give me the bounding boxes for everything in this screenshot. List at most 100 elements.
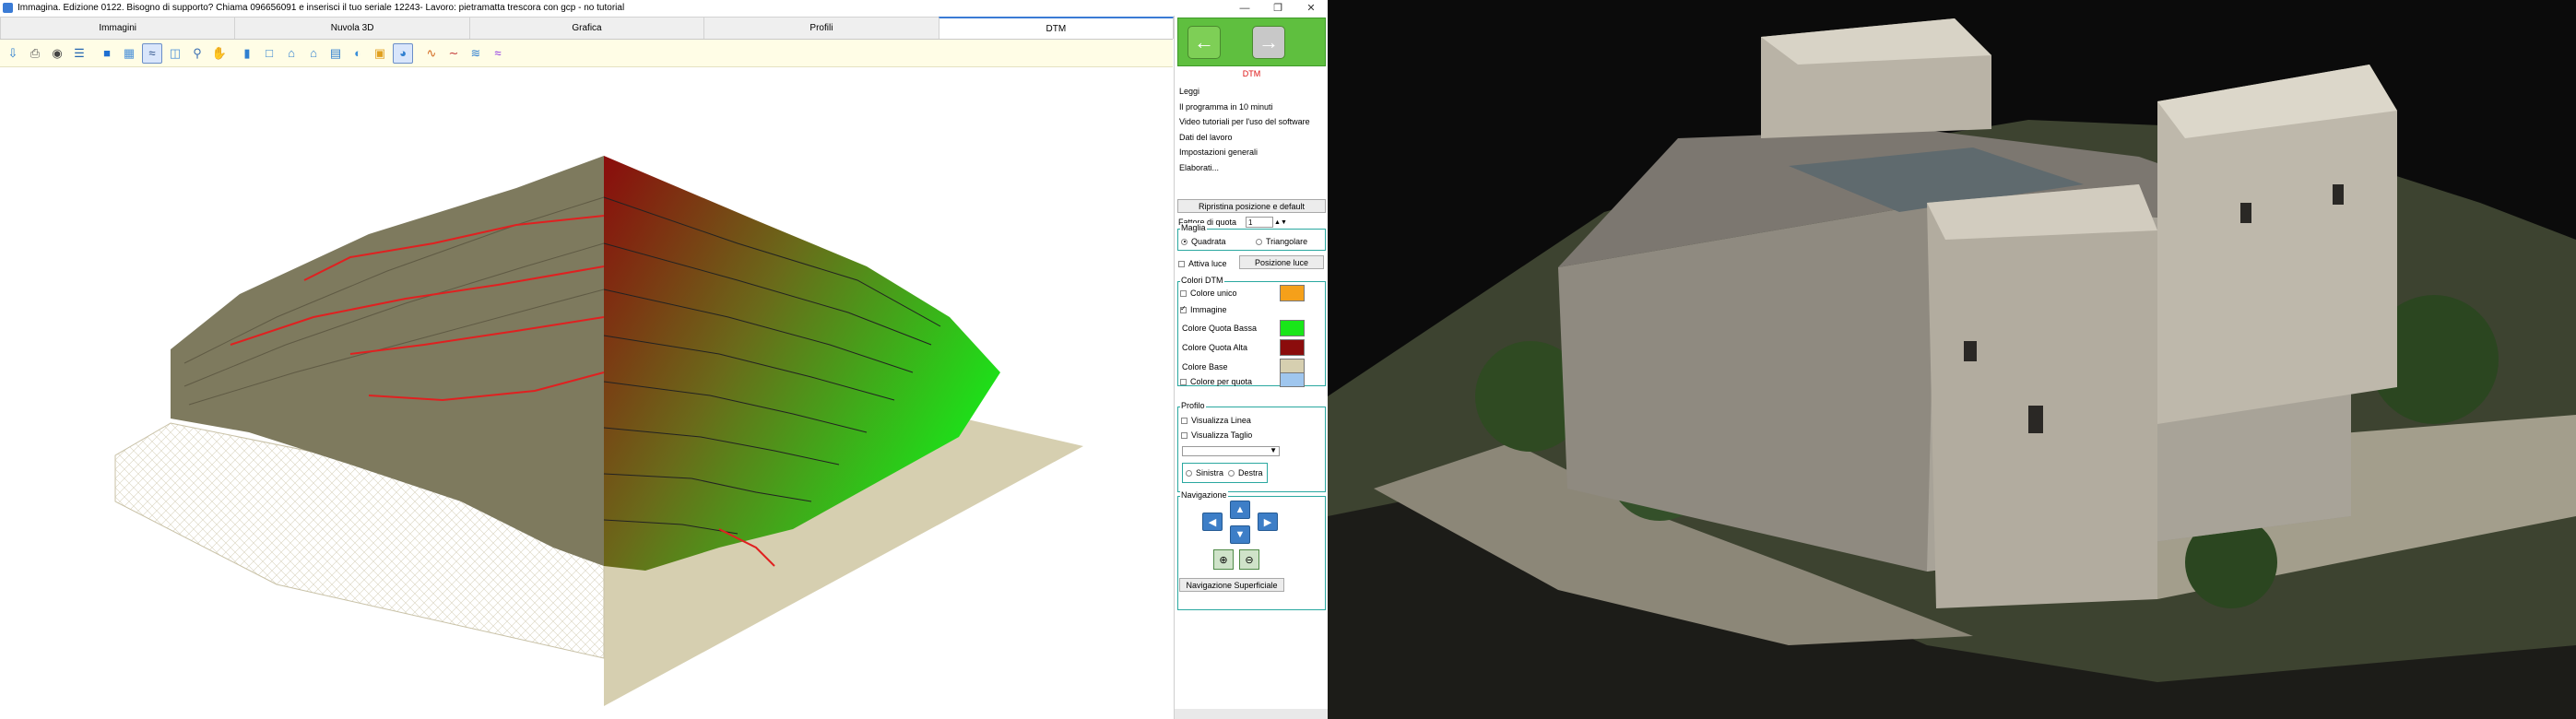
menu-item-elaborati[interactable]: Elaborati...: [1176, 160, 1327, 176]
quota-bassa-swatch[interactable]: [1280, 320, 1305, 336]
pan-right-icon[interactable]: ▶: [1258, 513, 1278, 531]
radio-sinistra[interactable]: [1186, 469, 1192, 477]
zoom-out-icon[interactable]: ⊖: [1239, 549, 1259, 570]
colore-per-quota-checkbox[interactable]: [1180, 378, 1187, 385]
destra-label: Destra: [1238, 468, 1263, 477]
profilo-title: Profilo: [1180, 401, 1206, 410]
colori-title: Colori DTM: [1180, 276, 1224, 285]
maglia-quadrata-radio[interactable]: Quadrata: [1181, 237, 1226, 246]
dtm-3d-viewport[interactable]: [0, 68, 1173, 719]
home-icon[interactable]: ⌂: [282, 44, 301, 63]
maximize-icon[interactable]: ❐: [1261, 0, 1294, 16]
visualizza-linea-checkbox[interactable]: [1181, 417, 1188, 424]
arrow-left-icon[interactable]: ←: [1188, 25, 1221, 59]
colore-unico-label: Colore unico: [1190, 289, 1237, 298]
sidebar-menu: Leggi Il programma in 10 minuti Video tu…: [1176, 84, 1327, 193]
palette-icon[interactable]: ◐: [349, 44, 367, 63]
pan-up-icon[interactable]: ▲: [1230, 501, 1250, 519]
maglia-triangolare-radio[interactable]: Triangolare: [1256, 237, 1307, 246]
navigazione-group: Navigazione ▲ ◀ ▶ ▼ ⊕ ⊖ Navigazione Supe…: [1177, 490, 1326, 610]
profilo-group: Profilo Visualizza Linea Visualizza Tagl…: [1177, 401, 1326, 492]
chevron-down-icon[interactable]: ▼: [1270, 446, 1277, 454]
menu-item-video[interactable]: Video tutoriali per l'uso del software: [1176, 114, 1327, 130]
radio-triangolare[interactable]: [1256, 238, 1262, 245]
profile-icon[interactable]: ≈: [489, 44, 507, 63]
sidebar-bottom-bar: [1175, 709, 1328, 719]
dtm-toolbar: ⇩ ⎙ ◉ ☰ ■ ▦ ≈ ◫ ⚲ ✋ ▮ □ ⌂ ⌂ ▤ ◐ ▣ ◕ ∿ ∼ …: [0, 40, 1173, 67]
camera-icon[interactable]: ◉: [48, 44, 66, 63]
import-icon[interactable]: ⇩: [4, 44, 22, 63]
sinistra-label: Sinistra: [1196, 468, 1224, 477]
arrow-right-icon[interactable]: →: [1252, 25, 1285, 59]
close-icon[interactable]: ✕: [1294, 0, 1328, 16]
tab-dtm[interactable]: DTM: [938, 17, 1175, 39]
immagine-checkbox[interactable]: [1180, 304, 1187, 313]
zoom-in-icon[interactable]: ⊕: [1213, 549, 1234, 570]
posizione-luce-button[interactable]: Posizione luce: [1239, 255, 1324, 269]
wave-icon[interactable]: ∼: [444, 44, 463, 63]
visualizza-taglio-checkbox[interactable]: [1181, 431, 1188, 439]
visualizza-taglio-row[interactable]: Visualizza Taglio: [1181, 430, 1252, 440]
colore-unico-checkbox[interactable]: [1180, 289, 1187, 297]
quota-input[interactable]: [1246, 217, 1274, 228]
contour-icon[interactable]: ≋: [467, 44, 485, 63]
print-icon[interactable]: ⎙: [26, 44, 44, 63]
surface-icon[interactable]: ≈: [142, 42, 162, 64]
castle-tower-main: [1927, 184, 2157, 608]
folder-icon[interactable]: ▣: [371, 44, 389, 63]
colore-unico-swatch[interactable]: [1280, 285, 1305, 301]
home-outline-icon[interactable]: ⌂: [304, 44, 323, 63]
destra-radio[interactable]: Destra: [1228, 468, 1263, 477]
quadrata-label: Quadrata: [1191, 237, 1226, 246]
app-logo-icon: [3, 3, 13, 13]
colore-per-quota-row[interactable]: Colore per quota: [1180, 377, 1252, 386]
globe-icon[interactable]: ◕: [393, 42, 413, 64]
layers-icon[interactable]: ◫: [166, 44, 184, 63]
cube-icon[interactable]: ■: [98, 44, 116, 63]
tab-profili[interactable]: Profili: [703, 17, 939, 39]
dtm-terrain-render: [114, 156, 1083, 706]
minimize-icon[interactable]: —: [1228, 0, 1261, 16]
radio-quadrata[interactable]: [1181, 238, 1188, 245]
hand-icon[interactable]: ✋: [210, 44, 229, 63]
tab-nuvola-3d[interactable]: Nuvola 3D: [234, 17, 470, 39]
zoom-icon[interactable]: ⚲: [188, 44, 207, 63]
pan-down-icon[interactable]: ▼: [1230, 525, 1250, 544]
layout-icon[interactable]: ▤: [326, 44, 345, 63]
attiva-luce-checkbox[interactable]: [1178, 260, 1185, 267]
profilo-select[interactable]: ▼: [1182, 446, 1280, 456]
spinner-icon[interactable]: ▲▼: [1274, 219, 1287, 226]
sinistra-radio[interactable]: Sinistra: [1186, 468, 1223, 477]
menu-item-leggi[interactable]: Leggi: [1176, 84, 1327, 100]
window-title: Immagina. Edizione 0122. Bisogno di supp…: [18, 3, 625, 13]
menu-item-programma[interactable]: Il programma in 10 minuti: [1176, 100, 1327, 115]
visualizza-linea-row[interactable]: Visualizza Linea: [1181, 416, 1251, 425]
measure-icon[interactable]: ☰: [70, 44, 89, 63]
tab-immagini[interactable]: Immagini: [0, 17, 236, 39]
colore-base-label: Colore Base: [1182, 362, 1228, 371]
visualizza-linea-label: Visualizza Linea: [1191, 416, 1251, 425]
lato-group: Sinistra Destra: [1182, 463, 1268, 483]
quota-bassa-row: Colore Quota Bassa: [1182, 324, 1257, 333]
maglia-title: Maglia: [1180, 223, 1207, 232]
tab-grafica[interactable]: Grafica: [468, 17, 705, 39]
grid-icon[interactable]: ▦: [120, 44, 138, 63]
menu-item-dati[interactable]: Dati del lavoro: [1176, 130, 1327, 146]
navigazione-superficiale-button[interactable]: Navigazione Superficiale: [1179, 578, 1284, 592]
columns-icon[interactable]: ▮: [238, 44, 256, 63]
attiva-luce-row[interactable]: Attiva luce: [1178, 259, 1227, 268]
quota-alta-swatch[interactable]: [1280, 339, 1305, 356]
menu-item-impostazioni[interactable]: Impostazioni generali: [1176, 145, 1327, 160]
immagine-row[interactable]: Immagine: [1180, 304, 1227, 314]
radio-destra[interactable]: [1228, 469, 1235, 477]
curve-icon[interactable]: ∿: [422, 44, 441, 63]
dtm-application-window: Immagina. Edizione 0122. Bisogno di supp…: [0, 0, 1328, 719]
castle-point-cloud-image: [1328, 0, 2576, 719]
frame-icon[interactable]: □: [260, 44, 278, 63]
palette-icon[interactable]: [1280, 372, 1305, 387]
dtm-side-panel: ← → DTM Leggi Il programma in 10 minuti …: [1174, 16, 1328, 719]
reset-position-button[interactable]: Ripristina posizione e default: [1177, 199, 1326, 213]
pan-left-icon[interactable]: ◀: [1202, 513, 1223, 531]
colore-unico-row[interactable]: Colore unico: [1180, 289, 1237, 298]
title-bar: Immagina. Edizione 0122. Bisogno di supp…: [0, 0, 1328, 16]
